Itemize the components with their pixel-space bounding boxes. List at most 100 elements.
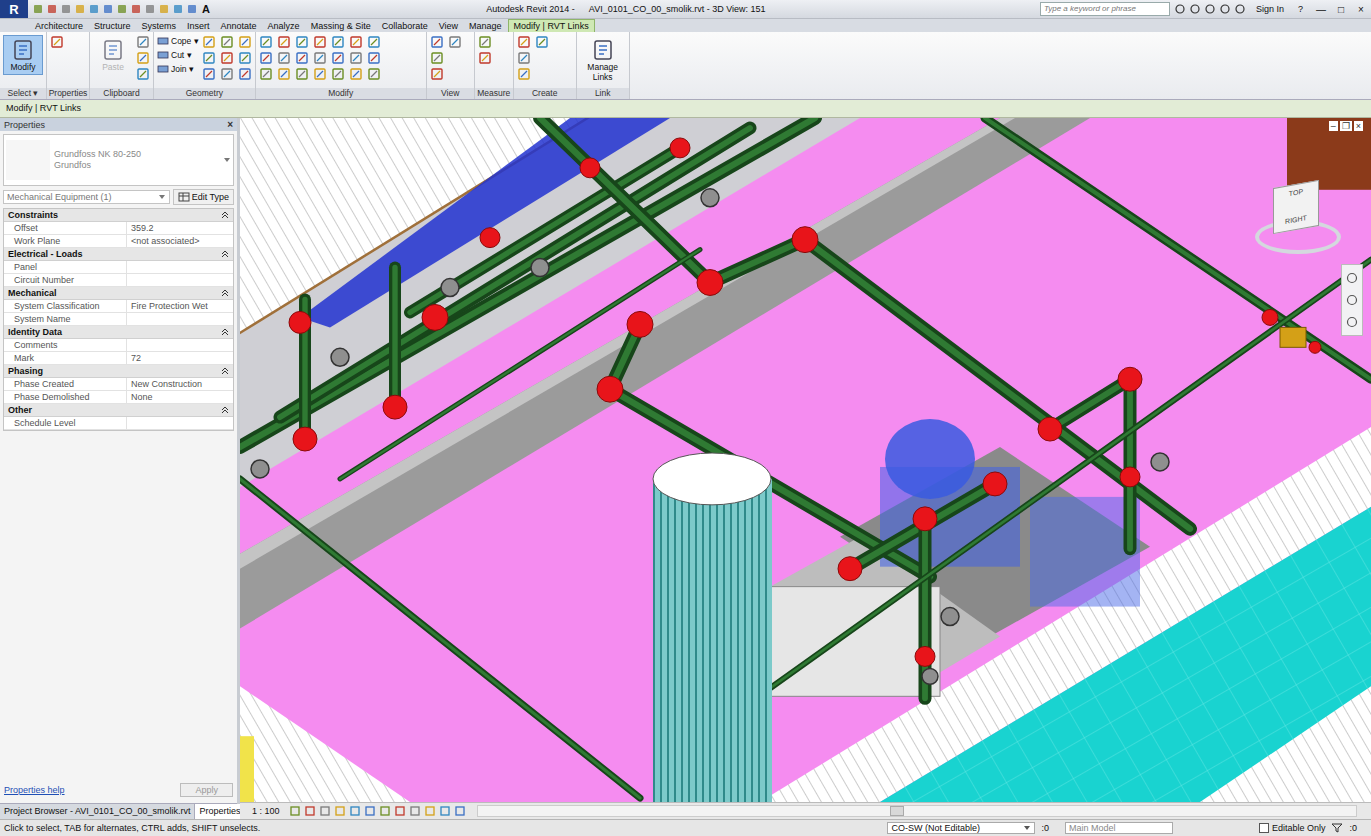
ribbon-tab[interactable]: Collaborate	[377, 20, 433, 32]
tool-icon[interactable]	[367, 35, 381, 49]
view-control-icon[interactable]	[349, 805, 361, 817]
tool-icon[interactable]	[430, 51, 444, 65]
ribbon-tab[interactable]: View	[434, 20, 463, 32]
workset-selector[interactable]: CO-SW (Not Editable)	[887, 822, 1035, 834]
tool-icon[interactable]	[202, 51, 216, 65]
design-option-selector[interactable]: Main Model	[1065, 822, 1173, 834]
window-control-button[interactable]: □	[1331, 4, 1351, 15]
pipe[interactable]	[710, 240, 805, 283]
ribbon-small-button[interactable]: Cut ▾	[157, 49, 199, 61]
ribbon-tab[interactable]: Analyze	[263, 20, 305, 32]
pipe[interactable]	[1050, 379, 1130, 429]
tool-icon[interactable]	[238, 51, 252, 65]
pipe[interactable]	[340, 250, 700, 479]
tool-icon[interactable]	[295, 35, 309, 49]
tool-icon[interactable]	[295, 67, 309, 81]
properties-help-link[interactable]: Properties help	[4, 785, 65, 795]
help-button[interactable]: ?	[1294, 4, 1307, 14]
tool-icon[interactable]	[220, 51, 234, 65]
pipe-fitting[interactable]	[480, 228, 500, 248]
pipe-fitting[interactable]	[1262, 309, 1278, 325]
property-row[interactable]: Panel	[4, 261, 233, 274]
tool-icon[interactable]	[202, 35, 216, 49]
property-section[interactable]: Phasing	[4, 365, 233, 378]
tool-icon[interactable]	[349, 67, 363, 81]
tool-icon[interactable]	[259, 51, 273, 65]
pipe[interactable]	[805, 240, 1190, 529]
tool-icon[interactable]	[349, 51, 363, 65]
tool-icon[interactable]	[220, 67, 234, 81]
navigation-icon[interactable]	[1345, 293, 1359, 307]
ribbon-tab[interactable]: Structure	[89, 20, 136, 32]
ribbon-group-label[interactable]: Measure	[475, 88, 513, 99]
ribbon-tab[interactable]: Manage	[464, 20, 507, 32]
pipe[interactable]	[240, 479, 640, 798]
pipe-fitting[interactable]	[293, 427, 317, 451]
toolbar-icon[interactable]	[102, 3, 114, 15]
category-filter[interactable]: Mechanical Equipment (1)	[3, 190, 170, 204]
view-control-icon[interactable]	[334, 805, 346, 817]
tool-icon[interactable]	[238, 35, 252, 49]
valve[interactable]	[531, 259, 549, 277]
ribbon-group-label[interactable]: Create	[514, 88, 576, 99]
ribbon-group-label[interactable]: Modify	[256, 88, 426, 99]
ribbon-group-label[interactable]: Link	[577, 88, 629, 99]
pipe-fitting[interactable]	[913, 507, 937, 531]
property-section[interactable]: Mechanical	[4, 287, 233, 300]
pipe-fitting[interactable]	[792, 227, 818, 253]
property-row[interactable]: Offset359.2	[4, 222, 233, 235]
toolbar-icon[interactable]	[74, 3, 86, 15]
property-row[interactable]: System Name	[4, 313, 233, 326]
apply-button[interactable]: Apply	[180, 783, 233, 797]
pipe-fitting[interactable]	[383, 395, 407, 419]
view-control-icon[interactable]	[379, 805, 391, 817]
valve[interactable]	[701, 189, 719, 207]
property-row[interactable]: Mark72	[4, 352, 233, 365]
ribbon-large-button[interactable]: Manage Links	[580, 35, 626, 85]
pipe[interactable]	[1130, 379, 1131, 549]
window-control-button[interactable]: ×	[1351, 4, 1371, 15]
view-control-icon[interactable]	[424, 805, 436, 817]
pipe-fitting[interactable]	[1309, 341, 1321, 353]
pipe[interactable]	[280, 128, 750, 417]
tool-icon[interactable]	[331, 51, 345, 65]
model-scene[interactable]	[240, 118, 1371, 802]
pipe-fitting[interactable]	[422, 304, 448, 330]
valve[interactable]	[1151, 453, 1169, 471]
type-selector[interactable]: Grundfoss NK 80-250Grundfos	[3, 134, 234, 186]
ribbon-group-label[interactable]: View	[427, 88, 474, 99]
toolbar-icon[interactable]	[158, 3, 170, 15]
pipe-fitting[interactable]	[983, 472, 1007, 496]
window-control-button[interactable]: —	[1311, 4, 1331, 15]
tool-icon[interactable]	[220, 35, 234, 49]
tool-icon[interactable]	[478, 51, 492, 65]
infocenter-icon[interactable]	[1204, 3, 1216, 15]
navigation-icon[interactable]	[1345, 271, 1359, 285]
valve[interactable]	[922, 668, 938, 684]
editable-only-checkbox[interactable]: Editable Only	[1259, 823, 1326, 833]
pipe-fitting[interactable]	[1038, 417, 1062, 441]
tool-icon[interactable]	[349, 35, 363, 49]
property-row[interactable]: Work Plane<not associated>	[4, 235, 233, 248]
tool-icon[interactable]	[331, 67, 345, 81]
valve[interactable]	[441, 279, 459, 297]
ribbon-small-button[interactable]: Cope ▾	[157, 35, 199, 47]
ribbon-tab[interactable]: Systems	[137, 20, 182, 32]
property-section[interactable]: Other	[4, 404, 233, 417]
ribbon-tab[interactable]: Massing & Site	[306, 20, 376, 32]
tool-icon[interactable]	[136, 35, 150, 49]
ribbon-tab[interactable]: Insert	[182, 20, 215, 32]
horizontal-scrollbar[interactable]	[477, 805, 1357, 817]
tool-icon[interactable]	[259, 67, 273, 81]
infocenter-icon[interactable]	[1189, 3, 1201, 15]
pipe-fitting[interactable]	[1118, 367, 1142, 391]
navigation-icon[interactable]	[1345, 315, 1359, 329]
toolbar-icon[interactable]	[186, 3, 198, 15]
tool-icon[interactable]	[277, 35, 291, 49]
ribbon-large-button[interactable]: Modify	[3, 35, 43, 75]
pipe-fitting[interactable]	[915, 646, 935, 666]
ribbon-group-label[interactable]: Clipboard	[90, 88, 153, 99]
pipe-fitting[interactable]	[597, 376, 623, 402]
view-control-icon[interactable]	[409, 805, 421, 817]
ribbon-group-label[interactable]: Select ▾	[0, 88, 46, 99]
